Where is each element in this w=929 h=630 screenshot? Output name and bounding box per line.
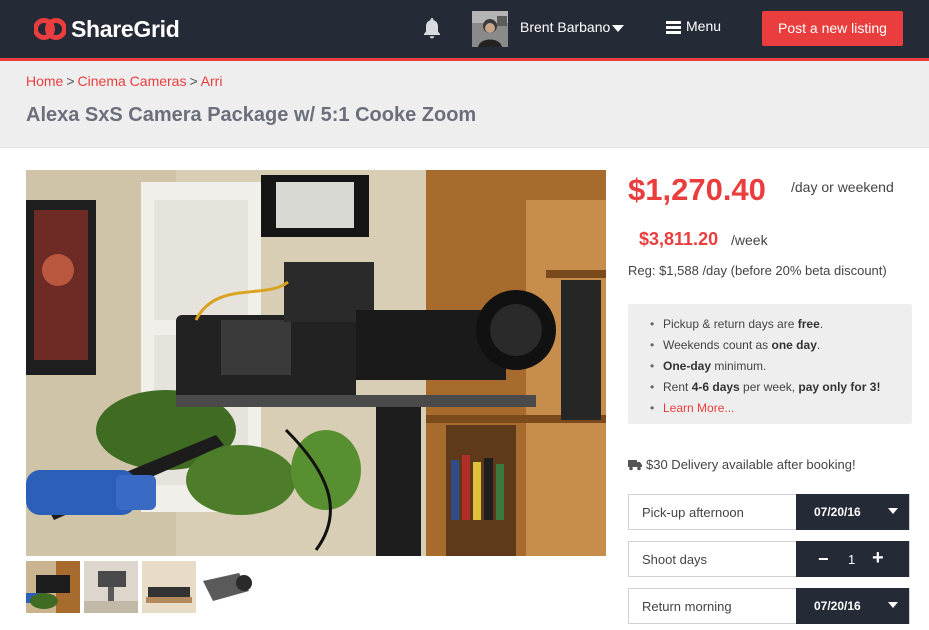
shoot-days-row: Shoot days − 1 + [628, 541, 910, 577]
learn-more-link[interactable]: Learn More... [663, 401, 734, 415]
photo-thumbnail[interactable] [199, 561, 253, 613]
rental-term-item: One-day minimum. [650, 356, 880, 377]
thumbnail-image [142, 561, 196, 613]
truck-icon [628, 459, 642, 470]
shoot-days-value: 1 [848, 552, 856, 567]
breadcrumb-arri[interactable]: Arri [201, 73, 223, 89]
rental-terms-list: Pickup & return days are free. Weekends … [650, 314, 880, 419]
decrement-button[interactable]: − [818, 549, 829, 570]
rental-term-item: Rent 4-6 days per week, pay only for 3! [650, 377, 880, 398]
daily-price-unit: /day or weekend [791, 179, 894, 195]
hamburger-menu-icon[interactable] [666, 21, 681, 34]
pickup-date: 07/20/16 [814, 505, 861, 519]
camera-rig-photo [26, 170, 606, 556]
pickup-date-select[interactable]: 07/20/16 [796, 494, 909, 530]
photo-thumbnail[interactable] [26, 561, 80, 613]
return-date-select[interactable]: 07/20/16 [796, 588, 909, 624]
rental-term-item: Pickup & return days are free. [650, 314, 880, 335]
daily-price: $1,270.40 [628, 172, 766, 207]
post-listing-button[interactable]: Post a new listing [762, 11, 903, 46]
sharegrid-logo-icon [34, 18, 66, 40]
return-row: Return morning 07/20/16 [628, 588, 910, 624]
return-label: Return morning [642, 599, 732, 614]
rental-term-item: Learn More... [650, 398, 880, 419]
avatar-image [472, 11, 508, 47]
notifications-bell-icon[interactable] [420, 16, 444, 40]
weekly-price-unit: /week [731, 232, 768, 248]
pickup-row: Pick-up afternoon 07/20/16 [628, 494, 910, 530]
photo-thumbnail[interactable] [142, 561, 196, 613]
breadcrumb-home[interactable]: Home [26, 73, 63, 89]
rental-term-item: Weekends count as one day. [650, 335, 880, 356]
chevron-down-icon [888, 508, 898, 514]
thumbnail-image [84, 561, 138, 613]
breadcrumb-band: Home > Cinema Cameras > Arri Alexa SxS Camer… [0, 61, 929, 148]
user-menu-caret-icon[interactable] [612, 25, 624, 32]
menu-link[interactable]: Menu [686, 18, 721, 34]
shoot-days-stepper[interactable]: − 1 + [796, 541, 909, 577]
photo-thumbnail[interactable] [84, 561, 138, 613]
weekly-price: $3,811.20 [639, 229, 719, 249]
brand-name: ShareGrid [71, 15, 180, 42]
pickup-label: Pick-up afternoon [642, 505, 744, 520]
delivery-text: $30 Delivery available after booking! [646, 457, 856, 472]
user-name[interactable]: Brent Barbano [520, 19, 610, 35]
chevron-down-icon [888, 602, 898, 608]
thumbnail-image [26, 561, 80, 613]
shoot-days-label: Shoot days [642, 552, 708, 567]
breadcrumb-separator: > [66, 73, 75, 89]
delivery-note: $30 Delivery available after booking! [628, 457, 856, 472]
listing-title: Alexa SxS Camera Package w/ 5:1 Cooke Zo… [26, 104, 477, 126]
thumbnail-image [199, 561, 253, 613]
breadcrumb-separator: > [189, 73, 198, 89]
user-avatar[interactable] [472, 11, 508, 47]
breadcrumb: Home > Cinema Cameras > Arri [26, 73, 222, 89]
main-listing-photo[interactable] [26, 170, 606, 556]
rental-terms-box: Pickup & return days are free. Weekends … [628, 304, 912, 424]
regular-price-note: Reg: $1,588 /day (before 20% beta discou… [628, 263, 887, 278]
breadcrumb-cinema-cameras[interactable]: Cinema Cameras [78, 73, 187, 89]
sharegrid-logo[interactable]: ShareGrid [34, 14, 180, 44]
return-date: 07/20/16 [814, 599, 861, 613]
top-navbar: ShareGrid Brent Barbano Menu Post a new … [0, 0, 929, 58]
increment-button[interactable]: + [872, 547, 884, 570]
